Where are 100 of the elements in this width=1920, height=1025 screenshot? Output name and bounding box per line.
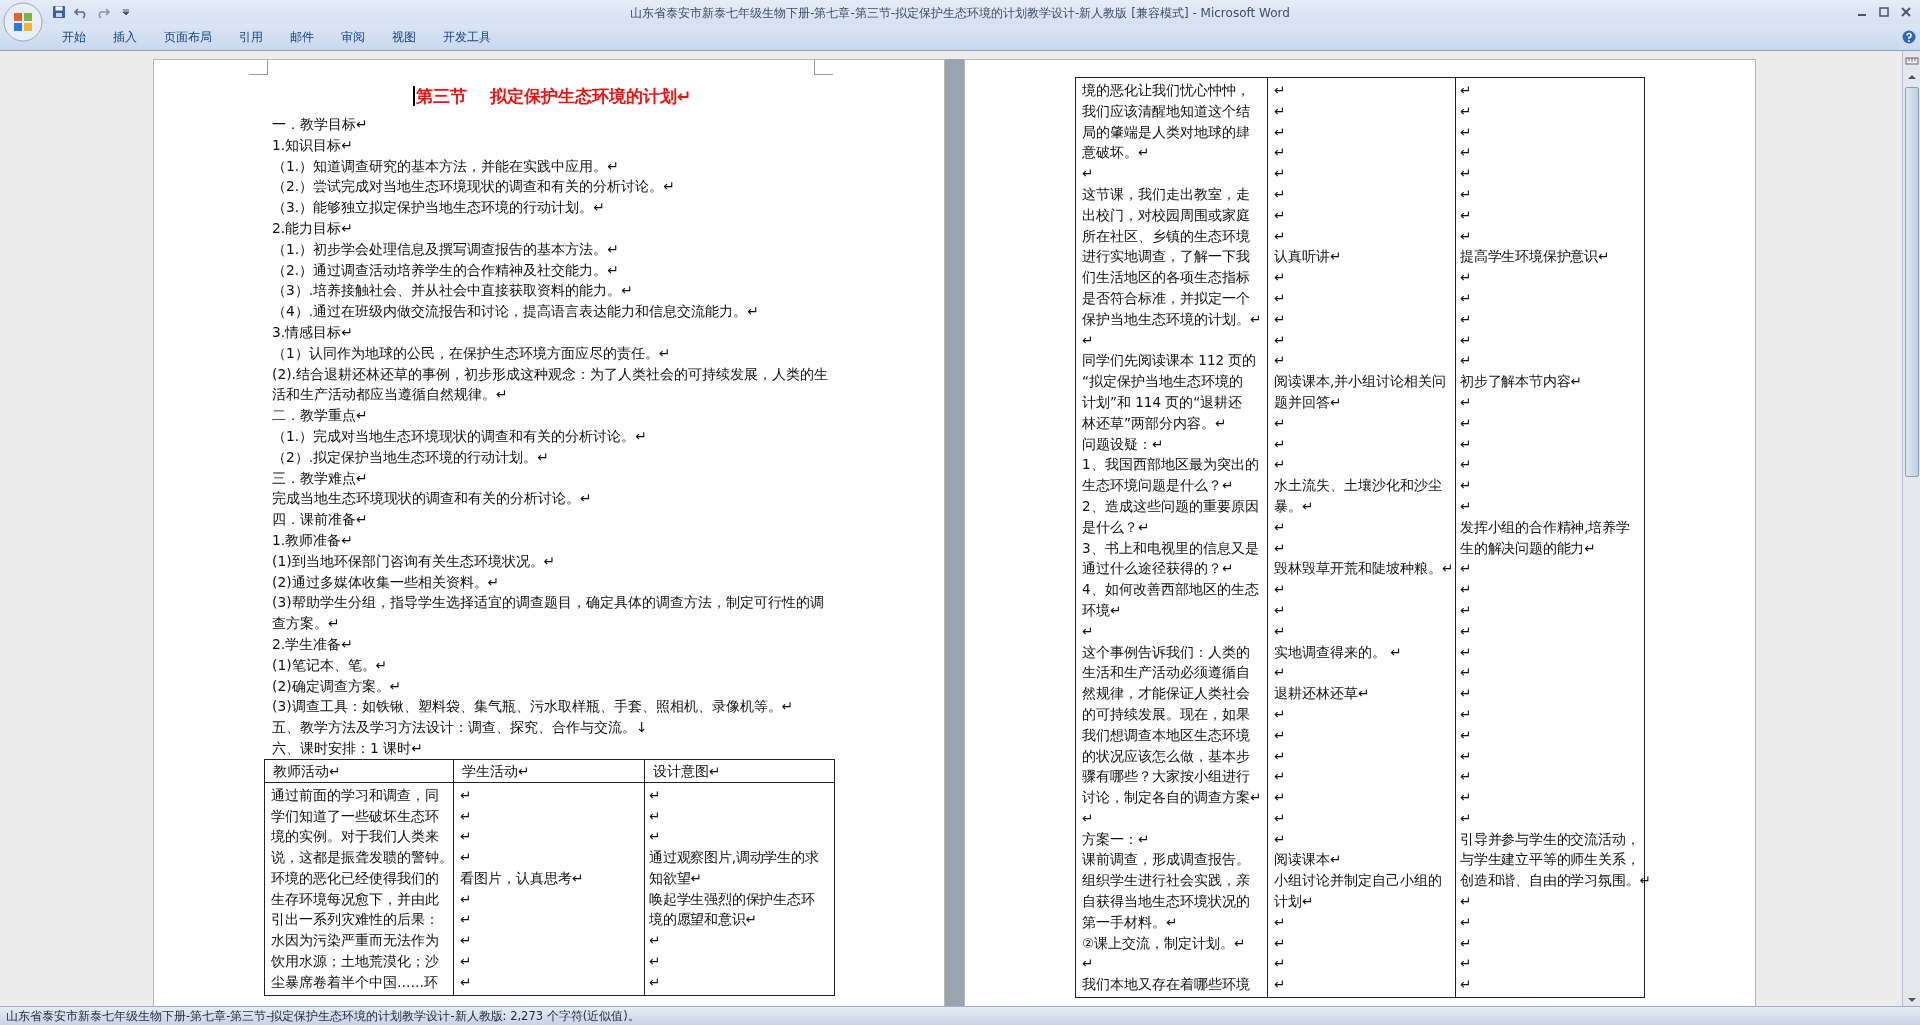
table-cell-line: ↵ [1460,663,1472,683]
table-cell-line: “拟定保护当地生态环境的 [1082,372,1243,392]
table-cell-line: 第一手材料。↵ [1082,912,1178,932]
table-cell-line: ↵ [649,931,661,951]
table-cell-line: 我们想调查本地区生态环境 [1082,725,1250,745]
table-cell-line: 保护当地生态环境的计划。↵ [1082,309,1262,329]
ribbon-tab[interactable]: 插入 [99,28,150,46]
table-cell-line: 1、我国西部地区最为突出的 [1082,455,1259,475]
table-cell-line: ↵ [1460,309,1472,329]
close-icon[interactable] [1900,6,1912,18]
table-cell-line: ↵ [460,952,472,972]
table-cell-line: ↵ [1274,600,1286,620]
table-cell-line: 饮用水源；土地荒漠化；沙 [271,952,439,972]
table-cell-line: ↵ [1460,413,1472,433]
table-cell-line: 计划”和 114 页的“退耕还 [1082,392,1243,412]
table-cell-line: 通过观察图片,调动学生的求 [649,848,819,868]
table-cell-line: 的可持续发展。现在，如果 [1082,704,1250,724]
table-cell-line: ↵ [1460,975,1472,995]
paragraph: 四．课前准备↵ [272,510,369,530]
table-cell-line: ↵ [1274,309,1286,329]
table-cell-line: 们生活地区的各项生态指标 [1082,268,1250,288]
dropdown-icon[interactable] [122,8,130,16]
table-cell-line: ↵ [1274,538,1286,558]
paragraph: 1.教师准备↵ [272,530,354,550]
table-cell-line: 通过什么途径获得的？↵ [1082,559,1234,579]
table-cell-line: ↵ [1460,788,1472,808]
table-cell-line: 同学们先阅读课本 112 页的 [1082,351,1257,371]
ribbon-tab[interactable]: 引用 [225,28,276,46]
crop-mark [249,60,268,75]
paragraph: 二．教学重点↵ [272,406,369,426]
table-cell-line: 水土流失、土壤沙化和沙尘 [1274,476,1442,496]
table-cell-line: 唤起学生强烈的保护生态环 [649,889,815,909]
table-cell-line: ↵ [1274,413,1286,433]
table-cell-line: ↵ [1460,933,1472,953]
table-cell-line: ↵ [1460,725,1472,745]
table-cell-line: ↵ [1460,143,1472,163]
table-cell-line: 组织学生进行社会实践，亲 [1082,871,1250,891]
table-cell-line: 与学生建立平等的师生关系， [1460,850,1640,870]
table-cell-line: ↵ [460,827,472,847]
paragraph: （2.）通过调查活动培养学生的合作精神及社交能力。↵ [272,260,620,280]
table-cell-line: ↵ [649,972,661,992]
table-cell-line: 退耕还林还草↵ [1274,684,1370,704]
table-cell-line: 的状况应该怎么做，基本步 [1082,746,1250,766]
table-cell-line: 课前调查，形成调查报告。 [1082,850,1250,870]
table-cell-line: 4、如何改善西部地区的生态 [1082,580,1259,600]
paragraph: 1.知识目标↵ [272,135,354,155]
table-cell-line: 讨论，制定各自的调查方案↵ [1082,788,1262,808]
vertical-scrollbar[interactable] [1902,51,1920,1006]
table-cell-line: ↵ [1274,829,1286,849]
table-cell-line: ↵ [1460,621,1472,641]
table-cell-line: 生的解决问题的能力↵ [1460,538,1596,558]
table-cell-line: ↵ [1460,164,1472,184]
scroll-thumb[interactable] [1904,87,1919,477]
paragraph: （1.）知道调查研究的基本方法，并能在实践中应用。↵ [272,156,620,176]
table-cell-line: 实地调查得来的。 ↵ [1274,642,1402,662]
table-cell-line: 题并回答↵ [1274,392,1342,412]
table-cell-line: ↵ [1460,600,1472,620]
table-cell-line: ↵ [1274,933,1286,953]
ribbon-tab[interactable]: 开发工具 [429,28,504,46]
table-cell-line: ↵ [1460,122,1472,142]
ribbon-tab[interactable]: 视图 [378,28,429,46]
ribbon-tab[interactable]: 邮件 [276,28,327,46]
table-cell-line: ↵ [1274,351,1286,371]
table-cell-line: 进行实地调查，了解一下我 [1082,247,1250,267]
table-cell-line: 是否符合标准，并拟定一个 [1082,288,1250,308]
table-cell-line: ↵ [1460,455,1472,475]
ribbon-tab[interactable]: 页面布局 [150,28,225,46]
undo-icon[interactable] [74,5,88,19]
table-cell-line: 水因为污染严重而无法作为 [271,931,439,951]
table-cell-line: ↵ [1274,143,1286,163]
table-cell-line: ↵ [1274,185,1286,204]
table-cell-line: ↵ [1274,205,1286,225]
table-cell-line: 是什么？↵ [1082,517,1150,537]
help-icon[interactable] [1902,30,1916,44]
save-icon[interactable] [52,5,66,19]
paragraph: (2)通过多媒体收集一些相关资料。↵ [272,572,501,592]
paragraph: (3)调查工具：如铁锹、塑料袋、集气瓶、污水取样瓶、手套、照相机、录像机等。↵ [272,697,795,717]
table-cell-line: ↵ [1274,912,1286,932]
table-cell-line: ↵ [1082,330,1094,350]
office-logo-icon[interactable] [3,2,43,42]
paragraph: 3.情感目标↵ [272,322,354,342]
ribbon-tab[interactable]: 审阅 [327,28,378,46]
paragraph: （2.）尝试完成对当地生态环境现状的调查和有关的分析讨论。↵ [272,177,676,197]
maximize-icon[interactable] [1878,6,1890,18]
table-cell-line: 局的肇端是人类对地球的肆 [1082,122,1250,142]
table-cell-line: ↵ [1274,788,1286,808]
ribbon-tab[interactable]: 开始 [48,28,99,46]
table-cell-line: ↵ [1460,434,1472,454]
table-cell-line: ↵ [649,785,661,805]
ruler-icon[interactable] [1904,55,1919,67]
paragraph: （1.）完成对当地生态环境现状的调查和有关的分析讨论。↵ [272,426,648,446]
table-cell-line: ↵ [1274,268,1286,288]
table-cell-line: ↵ [649,827,661,847]
table-cell-line: 我们应该清醒地知道这个结 [1082,101,1250,121]
table-cell-line: ↵ [1460,767,1472,787]
table-cell-line: 出校门，对校园周围或家庭 [1082,205,1250,225]
table-cell-line: 初步了解本节内容↵ [1460,372,1582,392]
table-cell-line: 问题设疑：↵ [1082,434,1164,454]
table-cell-line: 阅读课本,并小组讨论相关问 [1274,372,1447,392]
table-cell-line: 境的恶化让我们忧心忡忡， [1082,81,1250,100]
